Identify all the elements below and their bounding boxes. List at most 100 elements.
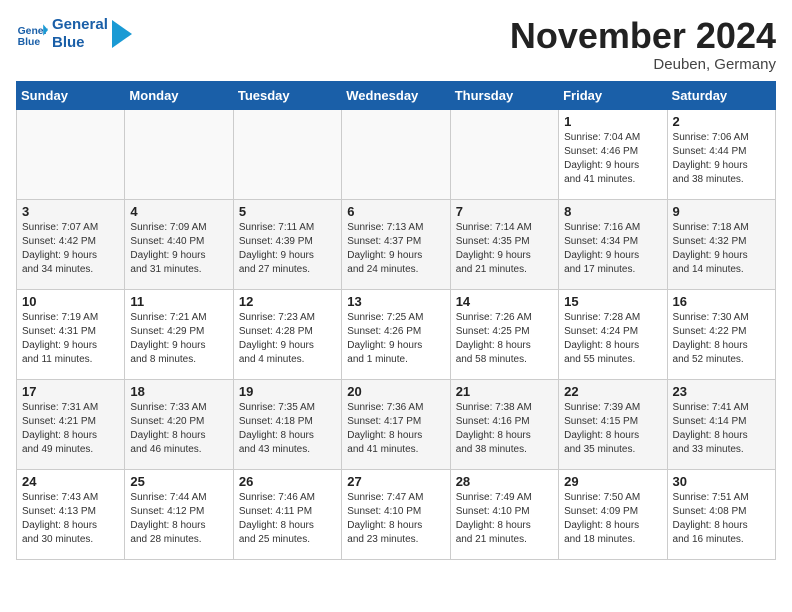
day-info: Sunrise: 7:46 AM Sunset: 4:11 PM Dayligh…: [239, 491, 336, 547]
table-row: 12 Sunrise: 7:23 AM Sunset: 4:28 PM Dayli…: [233, 289, 341, 379]
table-row: 25 Sunrise: 7:44 AM Sunset: 4:12 PM Dayli…: [125, 469, 233, 559]
table-row: 22 Sunrise: 7:39 AM Sunset: 4:15 PM Dayli…: [559, 379, 667, 469]
table-row: 5 Sunrise: 7:11 AM Sunset: 4:39 PM Daylig…: [233, 199, 341, 289]
calendar-week-3: 10 Sunrise: 7:19 AM Sunset: 4:31 PM Dayli…: [17, 289, 776, 379]
day-info: Sunrise: 7:21 AM Sunset: 4:29 PM Dayligh…: [130, 311, 227, 367]
day-number: 9: [673, 204, 770, 219]
day-info: Sunrise: 7:39 AM Sunset: 4:15 PM Dayligh…: [564, 401, 661, 457]
day-number: 7: [456, 204, 553, 219]
day-number: 1: [564, 114, 661, 129]
weekday-header-row: SundayMondayTuesdayWednesdayThursdayFrid…: [17, 81, 776, 109]
day-info: Sunrise: 7:31 AM Sunset: 4:21 PM Dayligh…: [22, 401, 119, 457]
day-number: 2: [673, 114, 770, 129]
day-number: 20: [347, 384, 444, 399]
calendar-week-5: 24 Sunrise: 7:43 AM Sunset: 4:13 PM Dayli…: [17, 469, 776, 559]
table-row: 7 Sunrise: 7:14 AM Sunset: 4:35 PM Daylig…: [450, 199, 558, 289]
table-row: 10 Sunrise: 7:19 AM Sunset: 4:31 PM Dayli…: [17, 289, 125, 379]
day-info: Sunrise: 7:16 AM Sunset: 4:34 PM Dayligh…: [564, 221, 661, 277]
table-row: 17 Sunrise: 7:31 AM Sunset: 4:21 PM Dayli…: [17, 379, 125, 469]
table-row: 1 Sunrise: 7:04 AM Sunset: 4:46 PM Daylig…: [559, 109, 667, 199]
day-number: 24: [22, 474, 119, 489]
logo-text-general: General: [52, 16, 108, 34]
day-info: Sunrise: 7:51 AM Sunset: 4:08 PM Dayligh…: [673, 491, 770, 547]
day-info: Sunrise: 7:18 AM Sunset: 4:32 PM Dayligh…: [673, 221, 770, 277]
day-number: 5: [239, 204, 336, 219]
day-number: 12: [239, 294, 336, 309]
table-row: 8 Sunrise: 7:16 AM Sunset: 4:34 PM Daylig…: [559, 199, 667, 289]
calendar-week-4: 17 Sunrise: 7:31 AM Sunset: 4:21 PM Dayli…: [17, 379, 776, 469]
day-info: Sunrise: 7:35 AM Sunset: 4:18 PM Dayligh…: [239, 401, 336, 457]
table-row: 14Sunrise: 7:26 AM Sunset: 4:25 PM Dayli…: [450, 289, 558, 379]
day-info: Sunrise: 7:44 AM Sunset: 4:12 PM Dayligh…: [130, 491, 227, 547]
day-number: 18: [130, 384, 227, 399]
day-number: 23: [673, 384, 770, 399]
day-info: Sunrise: 7:23 AM Sunset: 4:28 PM Dayligh…: [239, 311, 336, 367]
page-header: General Blue General Blue November 2024 …: [16, 16, 776, 73]
day-number: 19: [239, 384, 336, 399]
day-number: 29: [564, 474, 661, 489]
weekday-header-wednesday: Wednesday: [342, 81, 450, 109]
day-number: 25: [130, 474, 227, 489]
day-info: Sunrise: 7:14 AM Sunset: 4:35 PM Dayligh…: [456, 221, 553, 277]
table-row: [342, 109, 450, 199]
day-number: 30: [673, 474, 770, 489]
table-row: 26 Sunrise: 7:46 AM Sunset: 4:11 PM Dayli…: [233, 469, 341, 559]
table-row: 4Sunrise: 7:09 AM Sunset: 4:40 PM Daylig…: [125, 199, 233, 289]
location: Deuben, Germany: [510, 56, 776, 73]
weekday-header-sunday: Sunday: [17, 81, 125, 109]
calendar-week-1: 1 Sunrise: 7:04 AM Sunset: 4:46 PM Daylig…: [17, 109, 776, 199]
day-info: Sunrise: 7:50 AM Sunset: 4:09 PM Dayligh…: [564, 491, 661, 547]
day-info: Sunrise: 7:47 AM Sunset: 4:10 PM Dayligh…: [347, 491, 444, 547]
day-info: Sunrise: 7:49 AM Sunset: 4:10 PM Dayligh…: [456, 491, 553, 547]
table-row: 21Sunrise: 7:38 AM Sunset: 4:16 PM Dayli…: [450, 379, 558, 469]
day-number: 8: [564, 204, 661, 219]
day-info: Sunrise: 7:33 AM Sunset: 4:20 PM Dayligh…: [130, 401, 227, 457]
day-number: 11: [130, 294, 227, 309]
calendar-week-2: 3Sunrise: 7:07 AM Sunset: 4:42 PM Daylig…: [17, 199, 776, 289]
table-row: 9 Sunrise: 7:18 AM Sunset: 4:32 PM Daylig…: [667, 199, 775, 289]
day-info: Sunrise: 7:25 AM Sunset: 4:26 PM Dayligh…: [347, 311, 444, 367]
table-row: 2 Sunrise: 7:06 AM Sunset: 4:44 PM Daylig…: [667, 109, 775, 199]
day-info: Sunrise: 7:36 AM Sunset: 4:17 PM Dayligh…: [347, 401, 444, 457]
day-info: Sunrise: 7:06 AM Sunset: 4:44 PM Dayligh…: [673, 131, 770, 187]
day-info: Sunrise: 7:19 AM Sunset: 4:31 PM Dayligh…: [22, 311, 119, 367]
table-row: 29 Sunrise: 7:50 AM Sunset: 4:09 PM Dayli…: [559, 469, 667, 559]
day-number: 17: [22, 384, 119, 399]
table-row: [125, 109, 233, 199]
day-info: Sunrise: 7:41 AM Sunset: 4:14 PM Dayligh…: [673, 401, 770, 457]
table-row: 28 Sunrise: 7:49 AM Sunset: 4:10 PM Dayli…: [450, 469, 558, 559]
day-info: Sunrise: 7:30 AM Sunset: 4:22 PM Dayligh…: [673, 311, 770, 367]
month-title: November 2024: [510, 16, 776, 56]
weekday-header-thursday: Thursday: [450, 81, 558, 109]
table-row: 15 Sunrise: 7:28 AM Sunset: 4:24 PM Dayli…: [559, 289, 667, 379]
day-info: Sunrise: 7:28 AM Sunset: 4:24 PM Dayligh…: [564, 311, 661, 367]
day-number: 26: [239, 474, 336, 489]
table-row: 13Sunrise: 7:25 AM Sunset: 4:26 PM Dayli…: [342, 289, 450, 379]
logo: General Blue General Blue: [16, 16, 132, 52]
day-number: 10: [22, 294, 119, 309]
table-row: [450, 109, 558, 199]
svg-text:Blue: Blue: [18, 37, 41, 48]
table-row: 24 Sunrise: 7:43 AM Sunset: 4:13 PM Dayli…: [17, 469, 125, 559]
day-info: Sunrise: 7:43 AM Sunset: 4:13 PM Dayligh…: [22, 491, 119, 547]
day-number: 22: [564, 384, 661, 399]
table-row: 6 Sunrise: 7:13 AM Sunset: 4:37 PM Daylig…: [342, 199, 450, 289]
day-info: Sunrise: 7:04 AM Sunset: 4:46 PM Dayligh…: [564, 131, 661, 187]
day-info: Sunrise: 7:11 AM Sunset: 4:39 PM Dayligh…: [239, 221, 336, 277]
day-number: 28: [456, 474, 553, 489]
logo-icon: General Blue: [16, 18, 48, 50]
day-number: 14: [456, 294, 553, 309]
day-number: 27: [347, 474, 444, 489]
day-number: 6: [347, 204, 444, 219]
logo-text-blue: Blue: [52, 34, 108, 52]
table-row: 23 Sunrise: 7:41 AM Sunset: 4:14 PM Dayli…: [667, 379, 775, 469]
day-info: Sunrise: 7:13 AM Sunset: 4:37 PM Dayligh…: [347, 221, 444, 277]
weekday-header-saturday: Saturday: [667, 81, 775, 109]
table-row: 3Sunrise: 7:07 AM Sunset: 4:42 PM Daylig…: [17, 199, 125, 289]
table-row: 30 Sunrise: 7:51 AM Sunset: 4:08 PM Dayli…: [667, 469, 775, 559]
day-info: Sunrise: 7:38 AM Sunset: 4:16 PM Dayligh…: [456, 401, 553, 457]
table-row: 18 Sunrise: 7:33 AM Sunset: 4:20 PM Dayli…: [125, 379, 233, 469]
table-row: [233, 109, 341, 199]
day-number: 15: [564, 294, 661, 309]
weekday-header-tuesday: Tuesday: [233, 81, 341, 109]
